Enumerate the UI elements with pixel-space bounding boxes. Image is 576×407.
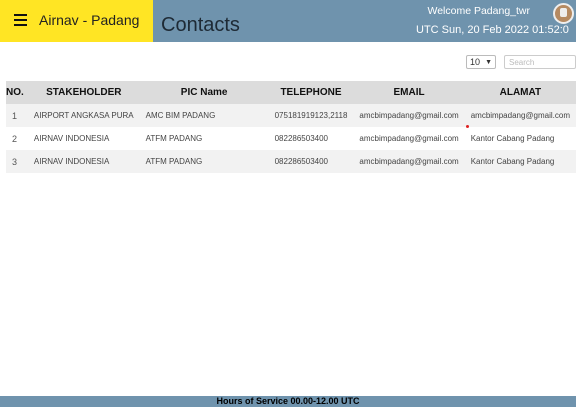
cell-telephone: 082286503400: [274, 134, 328, 143]
table-row: 3 AIRNAV INDONESIA ATFM PADANG 082286503…: [6, 150, 576, 173]
hamburger-menu-icon[interactable]: [14, 14, 27, 26]
cell-no: 1: [12, 110, 18, 121]
cell-alamat: amcbimpadang@gmail.com: [470, 111, 570, 120]
search-input[interactable]: Search: [504, 55, 576, 69]
column-header-email[interactable]: EMAIL: [353, 81, 464, 104]
cell-telephone: 082286503400: [274, 157, 328, 166]
table-row: 1 AIRPORT ANGKASA PURA AMC BIM PADANG 07…: [6, 104, 576, 127]
brand-title: Airnav - Padang: [39, 12, 140, 28]
header-bar: Contacts Welcome Padang_twr UTC Sun, 20 …: [153, 0, 576, 42]
cell-pic-name: AMC BIM PADANG: [145, 111, 216, 120]
table-header-row: NO. STAKEHOLDER PIC Name TELEPHONE EMAIL…: [6, 81, 576, 104]
user-avatar-icon[interactable]: [553, 3, 574, 24]
cell-alamat: Kantor Cabang Padang: [470, 134, 555, 143]
cell-telephone: 075181919123,2118: [274, 111, 348, 120]
cell-pic-name: ATFM PADANG: [145, 134, 203, 143]
column-header-telephone[interactable]: TELEPHONE: [269, 81, 354, 104]
page-title: Contacts: [161, 14, 240, 36]
column-header-no[interactable]: NO.: [6, 81, 28, 104]
cell-pic-name: ATFM PADANG: [145, 157, 203, 166]
cell-stakeholder: AIRNAV INDONESIA: [33, 134, 110, 143]
cell-email: amcbimpadang@gmail.com: [359, 111, 459, 120]
welcome-text: Welcome Padang_twr: [427, 5, 530, 17]
cursor-marker: [466, 125, 469, 128]
cell-stakeholder: AIRPORT ANGKASA PURA: [33, 111, 134, 120]
cell-email: amcbimpadang@gmail.com: [359, 157, 459, 166]
column-header-stakeholder[interactable]: STAKEHOLDER: [28, 81, 140, 104]
page-size-select[interactable]: 10 ▼: [466, 55, 496, 69]
cell-stakeholder: AIRNAV INDONESIA: [33, 157, 110, 166]
cell-alamat: Kantor Cabang Padang: [470, 157, 555, 166]
table-row: 2 AIRNAV INDONESIA ATFM PADANG 082286503…: [6, 127, 576, 150]
brand-bar: Airnav - Padang: [0, 0, 153, 42]
contacts-table: NO. STAKEHOLDER PIC Name TELEPHONE EMAIL…: [6, 81, 576, 173]
cell-no: 3: [12, 156, 18, 167]
utc-clock: UTC Sun, 20 Feb 2022 01:52:0: [416, 24, 569, 36]
column-header-pic-name[interactable]: PIC Name: [140, 81, 269, 104]
chevron-down-icon: ▼: [485, 59, 492, 66]
page-size-value: 10: [470, 57, 481, 67]
cell-email: amcbimpadang@gmail.com: [359, 134, 459, 143]
footer-bar: Hours of Service 00.00-12.00 UTC: [0, 396, 576, 407]
column-header-alamat[interactable]: ALAMAT: [465, 81, 576, 104]
cell-no: 2: [12, 133, 18, 144]
